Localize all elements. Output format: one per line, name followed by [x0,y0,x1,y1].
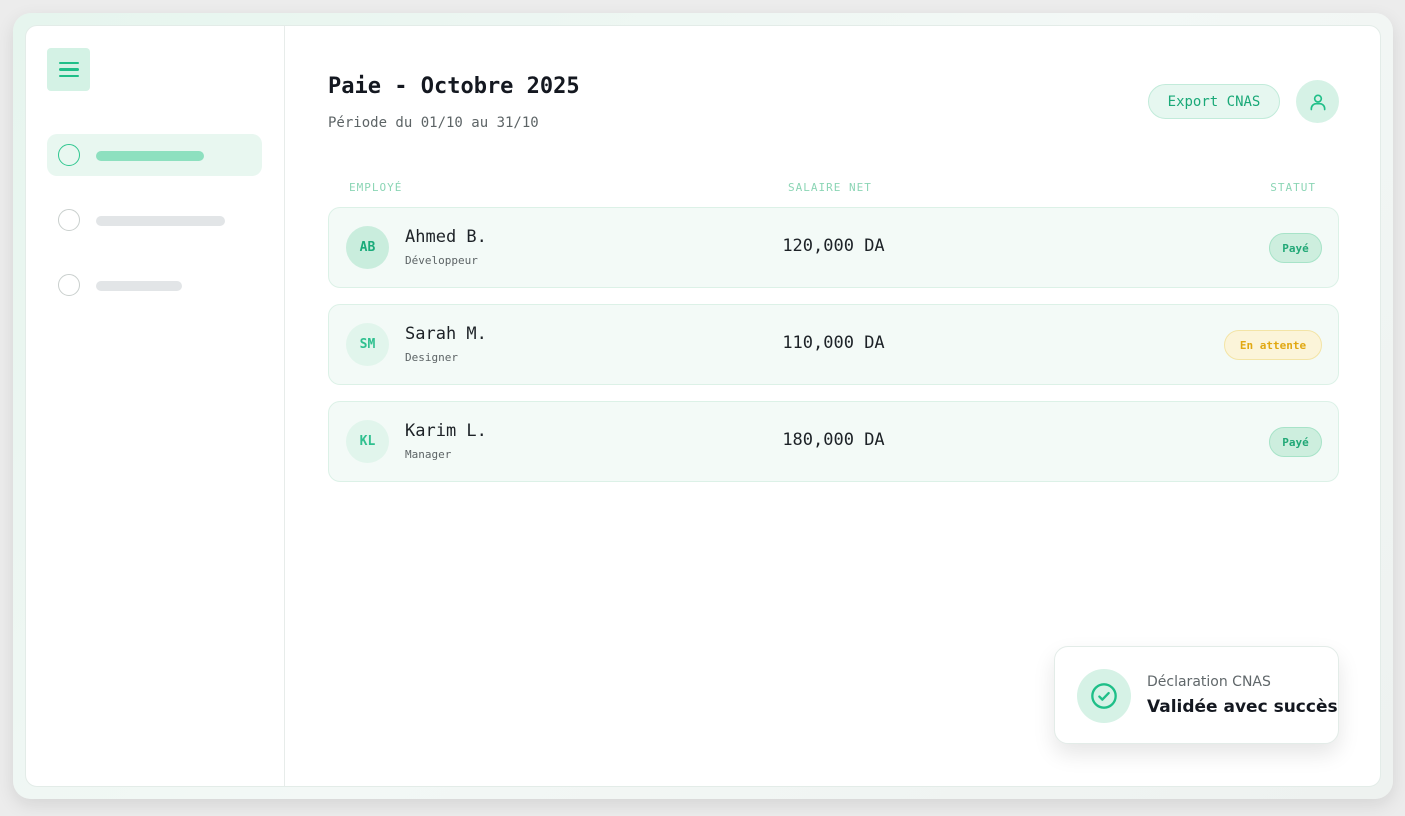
menu-icon-line [58,74,79,78]
employee-name: Ahmed B. [405,227,487,247]
net-salary: 180,000 DA [782,430,885,450]
user-icon [1310,94,1325,110]
table-row[interactable]: AB Ahmed B. Développeur 120,000 DA Payé [328,207,1339,288]
menu-button[interactable] [47,48,90,91]
column-header-employee: EMPLOYÉ [349,181,403,194]
employee-name: Sarah M. [405,324,487,344]
status-badge: Payé [1269,233,1322,263]
user-button[interactable] [1296,80,1339,123]
sidebar-item[interactable] [47,199,262,241]
success-toast: Déclaration CNAS Validée avec succès [1054,646,1339,744]
avatar: AB [346,226,389,269]
avatar: KL [346,420,389,463]
column-header-salary: SALAIRE NET [788,181,872,194]
employee-role: Designer [405,351,458,364]
table-row[interactable]: SM Sarah M. Designer 110,000 DA En atten… [328,304,1339,385]
employee-role: Développeur [405,254,478,267]
nav-dot-icon [58,144,80,166]
toast-message: Validée avec succès [1147,697,1338,717]
nav-dot-icon [58,274,80,296]
sidebar-item-active[interactable] [47,134,262,176]
sidebar [26,26,285,786]
main-content: Paie - Octobre 2025 Période du 01/10 au … [285,26,1380,786]
export-cnas-button[interactable]: Export CNAS [1148,84,1280,119]
net-salary: 110,000 DA [782,333,885,353]
net-salary: 120,000 DA [782,236,885,256]
nav-placeholder-bar [96,281,182,291]
status-badge: En attente [1224,330,1322,360]
toast-icon-wrap [1077,669,1131,723]
nav-placeholder-bar [96,216,225,226]
nav-dot-icon [58,209,80,231]
menu-icon-line [58,68,79,71]
menu-icon-line [58,61,79,65]
employee-role: Manager [405,448,452,461]
column-header-status: STATUT [1270,181,1316,194]
status-badge: Payé [1269,427,1322,457]
table-row[interactable]: KL Karim L. Manager 180,000 DA Payé [328,401,1339,482]
period-subtitle: Période du 01/10 au 31/10 [328,115,539,131]
sidebar-item[interactable] [47,264,262,306]
toast-label: Déclaration CNAS [1147,674,1271,690]
nav-placeholder-bar [96,151,204,161]
avatar: SM [346,323,389,366]
check-circle-icon [1091,683,1117,709]
app-window: Paie - Octobre 2025 Période du 01/10 au … [25,25,1381,787]
employee-name: Karim L. [405,421,487,441]
page-title: Paie - Octobre 2025 [328,74,580,99]
